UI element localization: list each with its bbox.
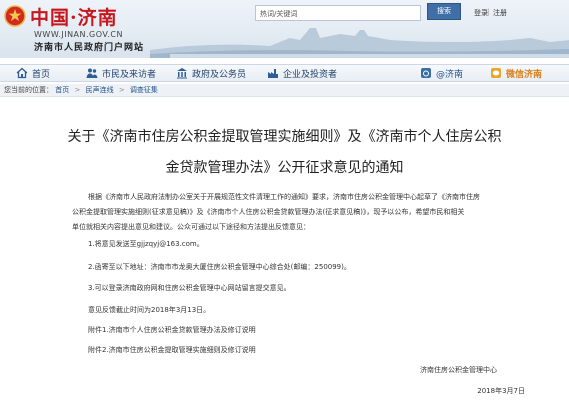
login-link[interactable]: 登录 xyxy=(474,8,488,18)
site-url: WWW.JINAN.GOV.CN xyxy=(34,30,123,39)
nav-wechat-label: 微信济南 xyxy=(506,69,543,80)
city-skyline-banner xyxy=(150,28,569,58)
feedback-method-mail: 2.函寄至以下地址：济南市市龙奥大厦住房公积金管理中心综合处(邮编：250099… xyxy=(88,263,351,271)
link-separator: | xyxy=(487,8,490,16)
nav-weibo-link[interactable]: @济南 xyxy=(420,65,463,81)
nav-item-business[interactable]: 企业及投资者 xyxy=(267,65,337,81)
feedback-method-email: 1.将意见发送至gjjzqyj@163.com。 xyxy=(88,240,204,248)
site-logo-text[interactable]: 中国·济南 xyxy=(30,3,118,30)
factory-icon xyxy=(268,69,278,78)
building-icon xyxy=(177,68,187,79)
article-body-line: 公积金提取管理实施细则(征求意见稿)》及《济南市个人住房公积金贷款管理办法(征求… xyxy=(72,208,465,216)
search-button[interactable]: 搜索 xyxy=(427,3,461,20)
attachment-link-2[interactable]: 附件2.济南市住房公积金提取管理实施细则及修订说明 xyxy=(88,345,256,355)
nav-item-home[interactable]: 首页 xyxy=(16,65,50,81)
people-icon xyxy=(86,68,98,78)
article-signature: 济南住房公积金管理中心 xyxy=(420,366,497,374)
article-body-line: 根据《济南市人民政府法制办公室关于开展规范性文件清理工作的通知》要求，济南市住房… xyxy=(88,193,480,201)
article-title-line1: 关于《济南市住房公积金提取管理实施细则》及《济南市个人住房公积 xyxy=(67,129,502,145)
breadcrumb-home[interactable]: 首页 xyxy=(55,86,69,94)
breadcrumb-prefix: 您当前的位置： xyxy=(4,86,53,94)
site-header: 中国·济南 WWW.JINAN.GOV.CN 济南市人民政府门户网站 热词/关键… xyxy=(0,0,569,58)
home-icon xyxy=(16,67,28,79)
nav-item-label: 企业及投资者 xyxy=(283,69,338,80)
nav-item-label: 市民及来访者 xyxy=(102,69,157,80)
nav-wechat-link[interactable]: 微信济南 xyxy=(490,65,542,81)
register-link[interactable]: 注册 xyxy=(493,8,507,18)
national-emblem-icon xyxy=(4,5,26,27)
article-title-line2: 金贷款管理办法》公开征求意见的通知 xyxy=(165,160,404,176)
wechat-icon xyxy=(491,68,501,78)
main-nav: 首页 市民及来访者 政府及公务员 企业及投资者 @济南 微信济南 xyxy=(0,64,569,82)
search-input[interactable]: 热词/关键词 xyxy=(255,5,421,21)
breadcrumb-section[interactable]: 民声连线 xyxy=(86,86,114,94)
article-body-line: 单位就相关内容提出意见和建议。公众可通过以下途径和方法提出反馈意见： xyxy=(72,223,310,231)
nav-weibo-label: @济南 xyxy=(436,69,464,80)
nav-item-government[interactable]: 政府及公务员 xyxy=(176,65,246,81)
attachment-link-1[interactable]: 附件1.济南市个人住房公积金贷款管理办法及修订说明 xyxy=(88,325,256,335)
feedback-method-online: 3.可以登录济南政府网和住房公积金管理中心网站留言提交意见。 xyxy=(88,284,291,292)
breadcrumb: 您当前的位置： 首页 > 民声连线 > 调查征集 xyxy=(0,84,569,97)
breadcrumb-current[interactable]: 调查征集 xyxy=(130,86,158,94)
feedback-deadline: 意见反馈截止时间为2018年3月13日。 xyxy=(88,306,211,314)
article-date: 2018年3月7日 xyxy=(477,387,525,395)
nav-item-citizens[interactable]: 市民及来访者 xyxy=(86,65,156,81)
breadcrumb-separator: > xyxy=(118,86,125,94)
weibo-icon xyxy=(421,68,431,78)
breadcrumb-separator: > xyxy=(74,86,81,94)
nav-item-label: 政府及公务员 xyxy=(192,69,247,80)
nav-item-label: 首页 xyxy=(32,69,51,80)
site-subtitle: 济南市人民政府门户网站 xyxy=(34,43,145,53)
